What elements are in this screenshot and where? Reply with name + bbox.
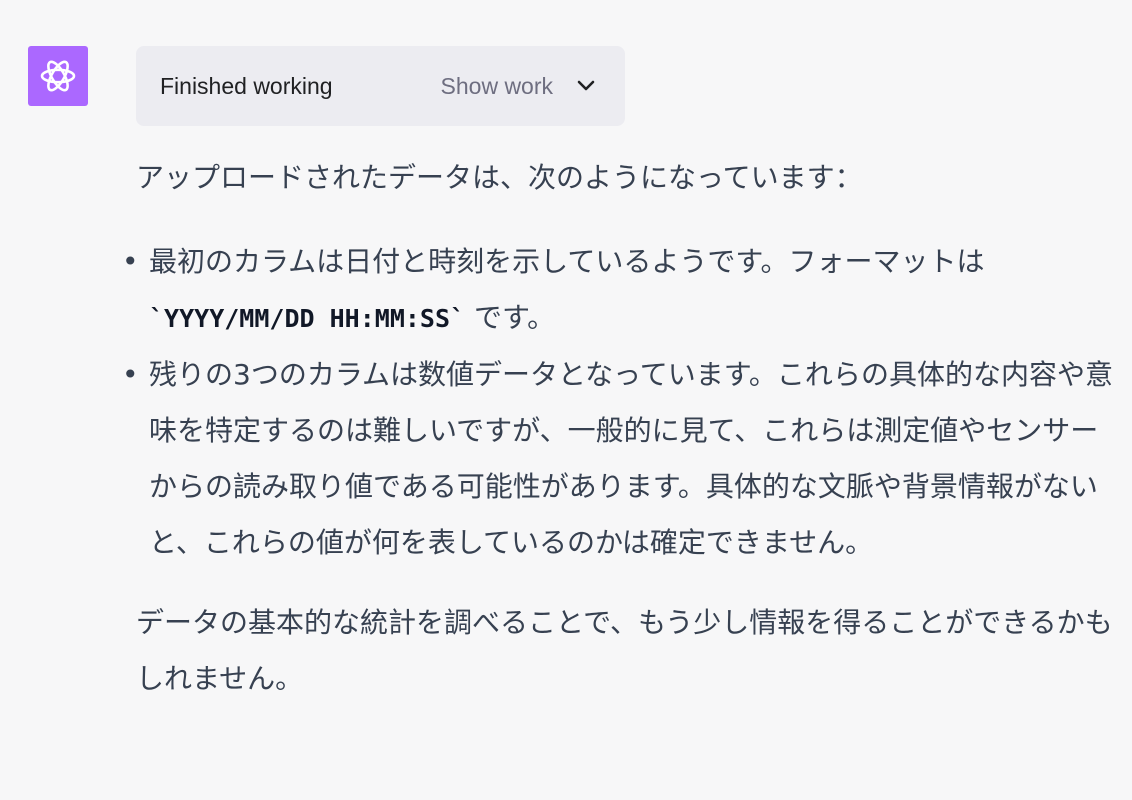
message-closing: データの基本的な統計を調べることで、もう少し情報を得ることができるかもしれません… [136,606,1113,695]
bullet-text-before: 最初のカラムは日付と時刻を示しているようです。フォーマットは [149,245,985,278]
show-work-button[interactable]: Show work [441,73,597,100]
bullet-text: 残りの3つのカラムは数値データとなっています。これらの具体的な内容や意味を特定す… [149,358,1113,559]
assistant-avatar [28,46,88,106]
bullet-item: • 最初のカラムは日付と時刻を示しているようです。フォーマットは `YYYY/MM… [122,234,1126,347]
bullet-text: 最初のカラムは日付と時刻を示しているようです。フォーマットは `YYYY/MM/D… [149,234,1126,347]
assistant-message: アップロードされたデータは、次のようになっています： • 最初のカラムは日付と時… [122,150,1126,707]
show-work-label: Show work [440,72,553,99]
work-status-label: Finished working [160,72,333,99]
message-intro: アップロードされたデータは、次のようになっています： [136,161,863,194]
bullet-marker: • [122,358,139,391]
chevron-down-icon [575,75,597,97]
bullet-list: • 最初のカラムは日付と時刻を示しているようです。フォーマットは `YYYY/MM… [122,234,1126,571]
openai-logo-icon [40,60,76,92]
work-status-panel: Finished working Show work [136,46,625,126]
datetime-format-code: `YYYY/MM/DD HH:MM:SS` [149,304,466,333]
bullet-text-after: です。 [465,301,556,334]
bullet-marker: • [122,245,139,278]
bullet-item: • 残りの3つのカラムは数値データとなっています。これらの具体的な内容や意味を特… [122,347,1126,571]
